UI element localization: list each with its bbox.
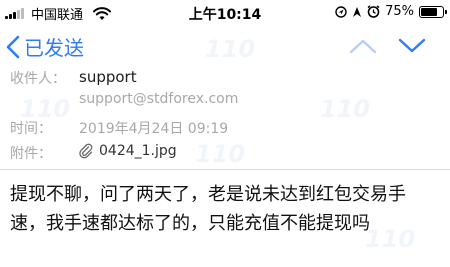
time-value: 2019年4月24日 09:19 bbox=[79, 121, 229, 137]
attachment-link[interactable]: 0424_1.jpg bbox=[79, 143, 177, 159]
nav-bar: 已发送 bbox=[0, 26, 450, 66]
watermark: 110 bbox=[195, 140, 246, 168]
next-message-icon[interactable] bbox=[398, 38, 426, 54]
alarm-icon bbox=[367, 5, 380, 18]
battery-icon bbox=[419, 5, 447, 18]
watermark: 110 bbox=[320, 95, 371, 123]
email-body: 提现不聊，问了两天了，老是说未达到红包交易手 速，我手速都达标了的，只能充值不能… bbox=[10, 180, 442, 238]
recipient-label: 收件人： bbox=[10, 71, 66, 87]
location-icon bbox=[335, 5, 347, 18]
back-button[interactable]: 已发送 bbox=[6, 32, 84, 61]
attachment-label: 附件： bbox=[10, 146, 52, 162]
previous-message-icon[interactable] bbox=[349, 38, 377, 54]
body-line: 速，我手速都达标了的，只能充值不能提现吗 bbox=[10, 213, 370, 234]
direction-icon bbox=[353, 6, 362, 17]
status-bar: 中国联通 上午10:14 75% bbox=[0, 0, 450, 24]
paperclip-icon bbox=[79, 143, 93, 159]
attachment-name: 0424_1.jpg bbox=[99, 143, 177, 159]
battery-fill bbox=[421, 7, 437, 16]
back-label: 已发送 bbox=[24, 36, 84, 60]
chevron-left-icon bbox=[6, 35, 20, 58]
recipient-name[interactable]: support bbox=[79, 68, 137, 86]
battery-percent: 75% bbox=[385, 4, 414, 19]
status-right: 75% bbox=[335, 4, 447, 19]
mail-screen: 110 110 110 110 110 中国联通 上午10:14 75% 已发送… bbox=[0, 0, 450, 267]
header-divider bbox=[0, 169, 450, 170]
body-line: 提现不聊，问了两天了，老是说未达到红包交易手 bbox=[10, 184, 406, 205]
recipient-email[interactable]: support@stdforex.com bbox=[79, 91, 238, 107]
time-label: 时间： bbox=[10, 121, 52, 137]
